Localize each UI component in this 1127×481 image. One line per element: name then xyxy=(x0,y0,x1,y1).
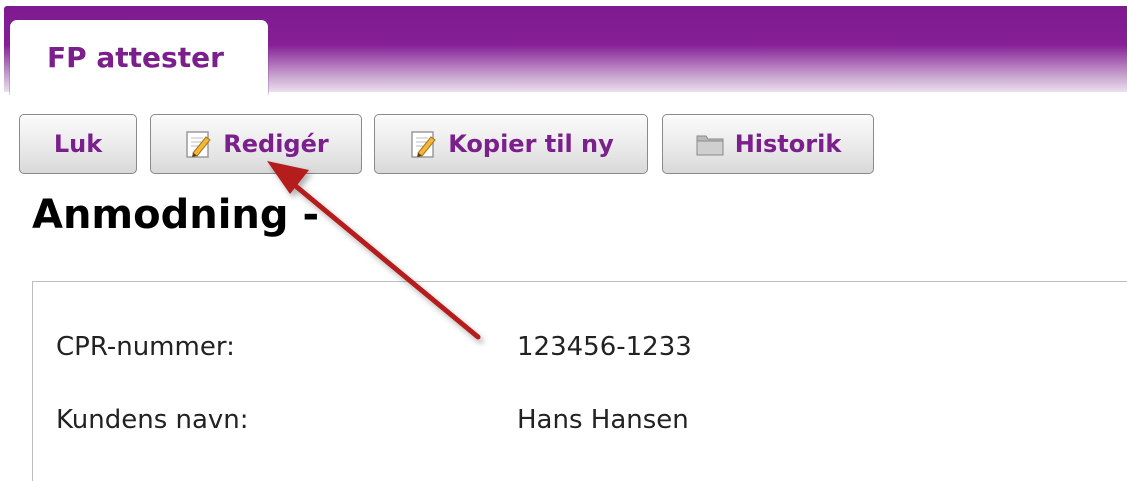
cpr-value: 123456-1233 xyxy=(517,332,692,362)
history-button[interactable]: Historik xyxy=(662,114,874,174)
details-panel xyxy=(32,281,1127,481)
customer-name-value: Hans Hansen xyxy=(517,405,689,435)
cpr-label: CPR-nummer: xyxy=(56,332,235,362)
copy-to-new-button-label: Kopier til ny xyxy=(448,130,614,158)
edit-icon xyxy=(186,131,211,158)
edit-button[interactable]: Redigér xyxy=(150,114,362,174)
customer-name-label: Kundens navn: xyxy=(56,405,249,435)
history-button-label: Historik xyxy=(734,130,842,158)
tab-label: FP attester xyxy=(47,41,224,74)
edit-icon xyxy=(411,131,436,158)
page-title: Anmodning - xyxy=(32,192,320,238)
tab-fp-attester[interactable]: FP attester xyxy=(10,20,268,94)
folder-icon xyxy=(696,135,724,156)
close-button-label: Luk xyxy=(53,130,103,158)
edit-button-label: Redigér xyxy=(223,130,329,158)
copy-to-new-button[interactable]: Kopier til ny xyxy=(374,114,648,174)
close-button[interactable]: Luk xyxy=(19,114,137,174)
